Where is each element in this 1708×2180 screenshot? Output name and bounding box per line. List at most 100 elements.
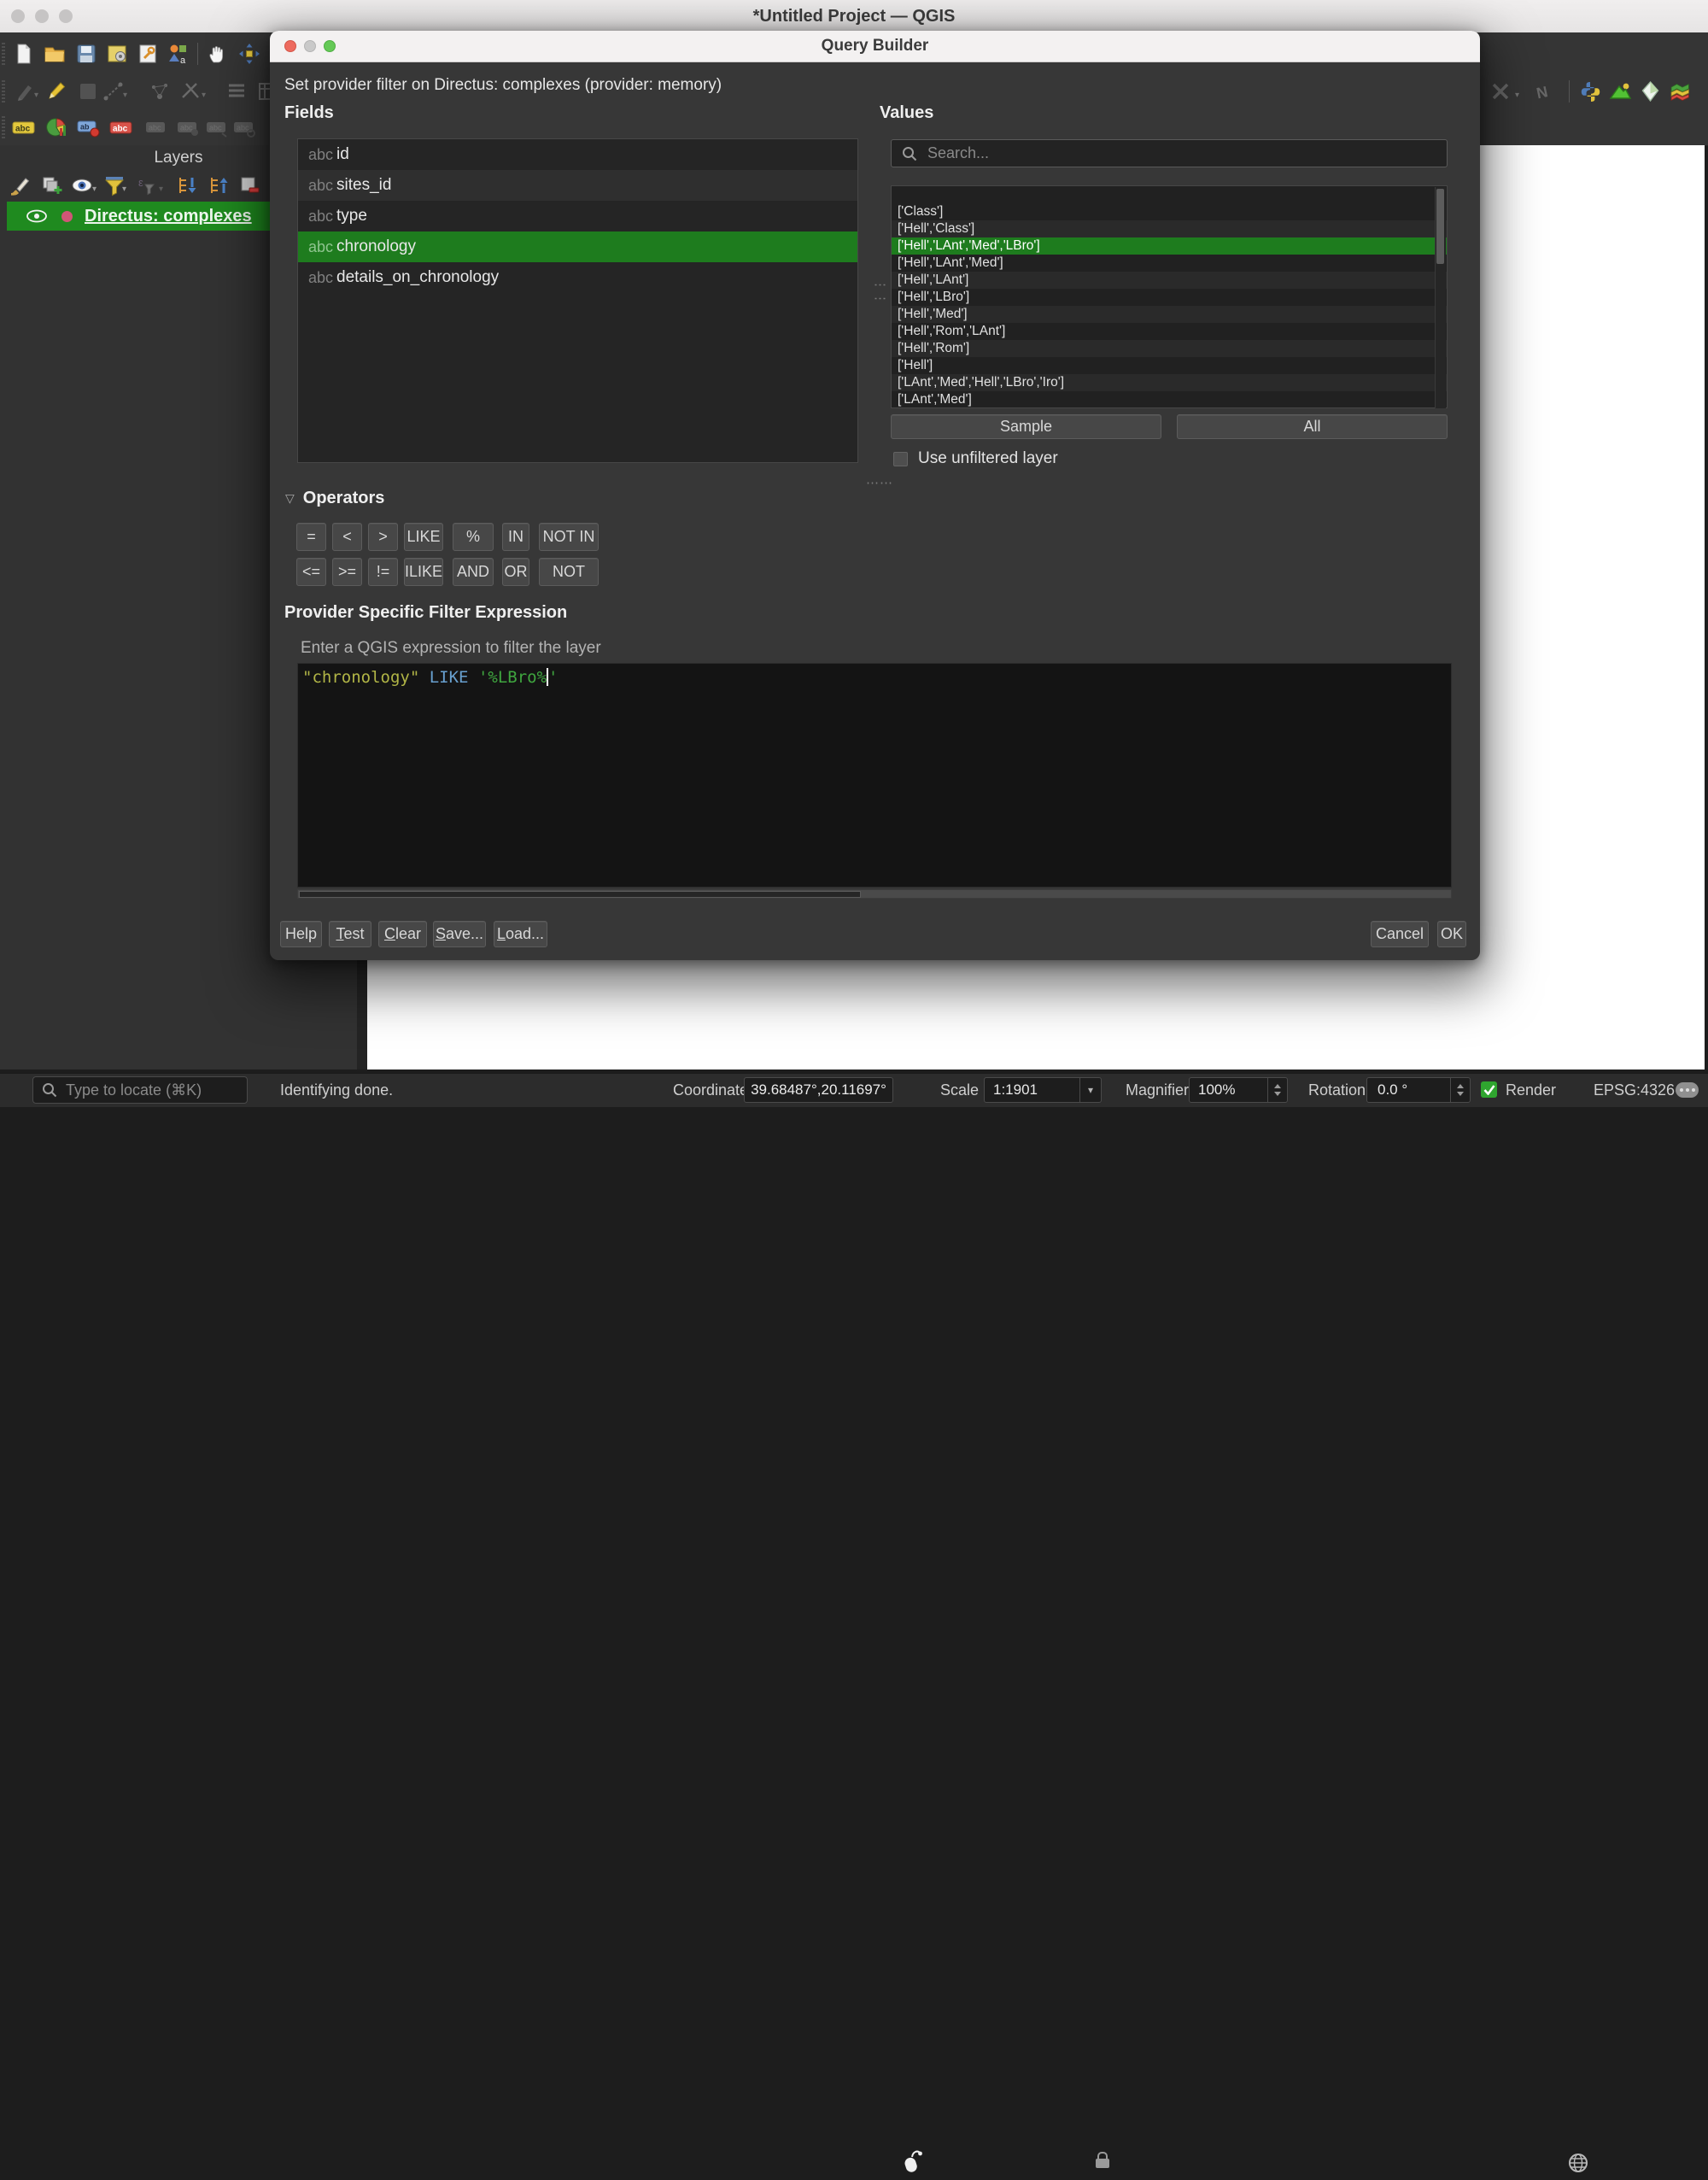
rotate-label-icon[interactable]: abc: [175, 114, 201, 140]
values-search-box[interactable]: [891, 139, 1448, 167]
field-row[interactable]: abctype: [298, 201, 857, 231]
scale-combobox[interactable]: 1:1901 ▾: [984, 1077, 1102, 1103]
dropdown-caret-icon[interactable]: ▾: [92, 185, 97, 194]
magnifier-spin-arrows[interactable]: [1267, 1078, 1287, 1102]
field-row[interactable]: abcsites_id: [298, 170, 857, 201]
value-row[interactable]: ['Hell','Rom','LAnt']: [892, 323, 1447, 340]
op-greater-button[interactable]: >: [368, 523, 398, 551]
add-group-icon[interactable]: [39, 173, 65, 198]
locator-search-input[interactable]: [64, 1081, 230, 1100]
remove-layer-icon[interactable]: [237, 173, 262, 198]
highlight-pinned-labels-icon[interactable]: abc: [108, 114, 134, 140]
load-button[interactable]: Load...: [494, 921, 547, 947]
value-row-selected[interactable]: ['Hell','LAnt','Med','LBro']: [892, 237, 1447, 255]
value-row[interactable]: [892, 186, 1447, 203]
op-not-in-button[interactable]: NOT IN: [539, 523, 599, 551]
vertex-tool-icon[interactable]: [147, 79, 173, 104]
op-less-button[interactable]: <: [332, 523, 362, 551]
field-row[interactable]: abcdetails_on_chronology: [298, 262, 857, 293]
op-ilike-button[interactable]: ILIKE: [404, 558, 443, 586]
modify-attributes-icon[interactable]: [224, 79, 249, 104]
value-row[interactable]: ['LAnt','Med','Hell','LBro','Iro']: [892, 374, 1447, 391]
point-symbol-swatch[interactable]: [61, 211, 73, 222]
filter-by-expression-icon[interactable]: ε ▾: [135, 173, 161, 198]
cancel-button[interactable]: Cancel: [1371, 921, 1429, 947]
use-unfiltered-layer-checkbox[interactable]: [893, 452, 908, 466]
splitter-handle[interactable]: ⋯⋯: [866, 475, 893, 490]
field-row-selected[interactable]: abcchronology: [298, 231, 857, 262]
zoom-to-selection-icon[interactable]: [237, 41, 262, 67]
render-checkbox[interactable]: [1481, 1081, 1497, 1098]
split-features-icon[interactable]: [178, 79, 203, 104]
deselect-features-icon[interactable]: [1488, 79, 1513, 104]
op-not-equal-button[interactable]: !=: [368, 558, 398, 586]
field-row[interactable]: abcid: [298, 139, 857, 170]
expression-editor[interactable]: "chronology" LIKE '%LBro%': [297, 663, 1452, 888]
dropdown-caret-icon[interactable]: ▾: [159, 185, 163, 194]
sample-button[interactable]: Sample: [891, 414, 1161, 439]
crs-indicator[interactable]: EPSG:4326: [1594, 1081, 1675, 1099]
op-or-button[interactable]: OR: [502, 558, 529, 586]
op-equals-button[interactable]: =: [296, 523, 326, 551]
processing-toolbox-icon[interactable]: [1637, 79, 1663, 104]
expression-hscrollbar-thumb[interactable]: [299, 891, 861, 898]
layer-styling-icon[interactable]: [7, 173, 32, 198]
value-row[interactable]: ['Hell','LAnt']: [892, 272, 1447, 289]
dropdown-caret-icon[interactable]: ▾: [122, 185, 126, 194]
pan-map-icon[interactable]: [204, 41, 230, 67]
help-button[interactable]: Help: [280, 921, 322, 947]
scale-dropdown-caret-icon[interactable]: ▾: [1079, 1078, 1101, 1102]
new-print-layout-icon[interactable]: [104, 41, 130, 67]
value-row[interactable]: ['Hell','LBro']: [892, 289, 1447, 306]
crs-globe-icon[interactable]: [1568, 2153, 1588, 2177]
coordinate-box[interactable]: [744, 1077, 893, 1103]
grass-tools-icon[interactable]: [1607, 79, 1633, 104]
label-properties-icon[interactable]: abc: [231, 114, 257, 140]
layer-visibility-eye-icon[interactable]: [26, 208, 48, 225]
op-less-equal-button[interactable]: <=: [296, 558, 326, 586]
expression-hscrollbar[interactable]: [297, 889, 1452, 899]
style-manager-icon[interactable]: a: [166, 41, 191, 67]
value-row[interactable]: ['Hell','Rom']: [892, 340, 1447, 357]
save-button[interactable]: Save...: [433, 921, 486, 947]
save-project-icon[interactable]: [73, 41, 99, 67]
mouse-extents-toggle-icon[interactable]: [902, 2148, 926, 2180]
value-row[interactable]: ['Hell']: [892, 357, 1447, 374]
manage-map-themes-icon[interactable]: ▾: [70, 173, 96, 198]
coordinate-input[interactable]: [746, 1081, 891, 1099]
python-console-icon[interactable]: [1577, 79, 1603, 104]
toggle-editing-icon[interactable]: [44, 79, 69, 104]
dropdown-caret-icon[interactable]: ▾: [202, 91, 206, 100]
value-row[interactable]: ['Hell','Class']: [892, 220, 1447, 237]
rotation-spinbox[interactable]: 0.0 °: [1366, 1077, 1471, 1103]
value-row[interactable]: ['LAnt','Med']: [892, 391, 1447, 408]
clear-button[interactable]: Clear: [378, 921, 427, 947]
dropdown-caret-icon[interactable]: ▾: [123, 91, 127, 100]
collapse-triangle-icon[interactable]: ▽: [285, 491, 295, 506]
ok-button[interactable]: OK: [1437, 921, 1466, 947]
splitter-handle[interactable]: ⋮⋮: [872, 278, 887, 306]
save-edits-icon[interactable]: [75, 79, 101, 104]
layer-diagram-icon[interactable]: [44, 114, 70, 140]
expand-all-icon[interactable]: [174, 173, 200, 198]
move-label-icon[interactable]: abc: [143, 114, 169, 140]
op-and-button[interactable]: AND: [453, 558, 494, 586]
op-greater-equal-button[interactable]: >=: [332, 558, 362, 586]
value-row[interactable]: ['Class']: [892, 203, 1447, 220]
magnifier-spinbox[interactable]: 100%: [1189, 1077, 1288, 1103]
change-label-icon[interactable]: abc: [204, 114, 230, 140]
test-button[interactable]: Test: [329, 921, 371, 947]
toolbar-grip[interactable]: [2, 80, 5, 103]
toolbar-grip[interactable]: [2, 116, 5, 138]
collapse-all-icon[interactable]: [206, 173, 231, 198]
op-percent-button[interactable]: %: [453, 523, 494, 551]
op-in-button[interactable]: IN: [502, 523, 529, 551]
values-search-input[interactable]: [926, 144, 1401, 163]
messages-icon[interactable]: [1676, 1082, 1699, 1098]
op-like-button[interactable]: LIKE: [404, 523, 443, 551]
rotation-spin-arrows[interactable]: [1450, 1078, 1470, 1102]
op-not-button[interactable]: NOT: [539, 558, 599, 586]
dropdown-caret-icon[interactable]: ▾: [1515, 91, 1519, 100]
toolbar-grip[interactable]: [2, 43, 5, 65]
values-scrollbar[interactable]: [1435, 187, 1446, 408]
